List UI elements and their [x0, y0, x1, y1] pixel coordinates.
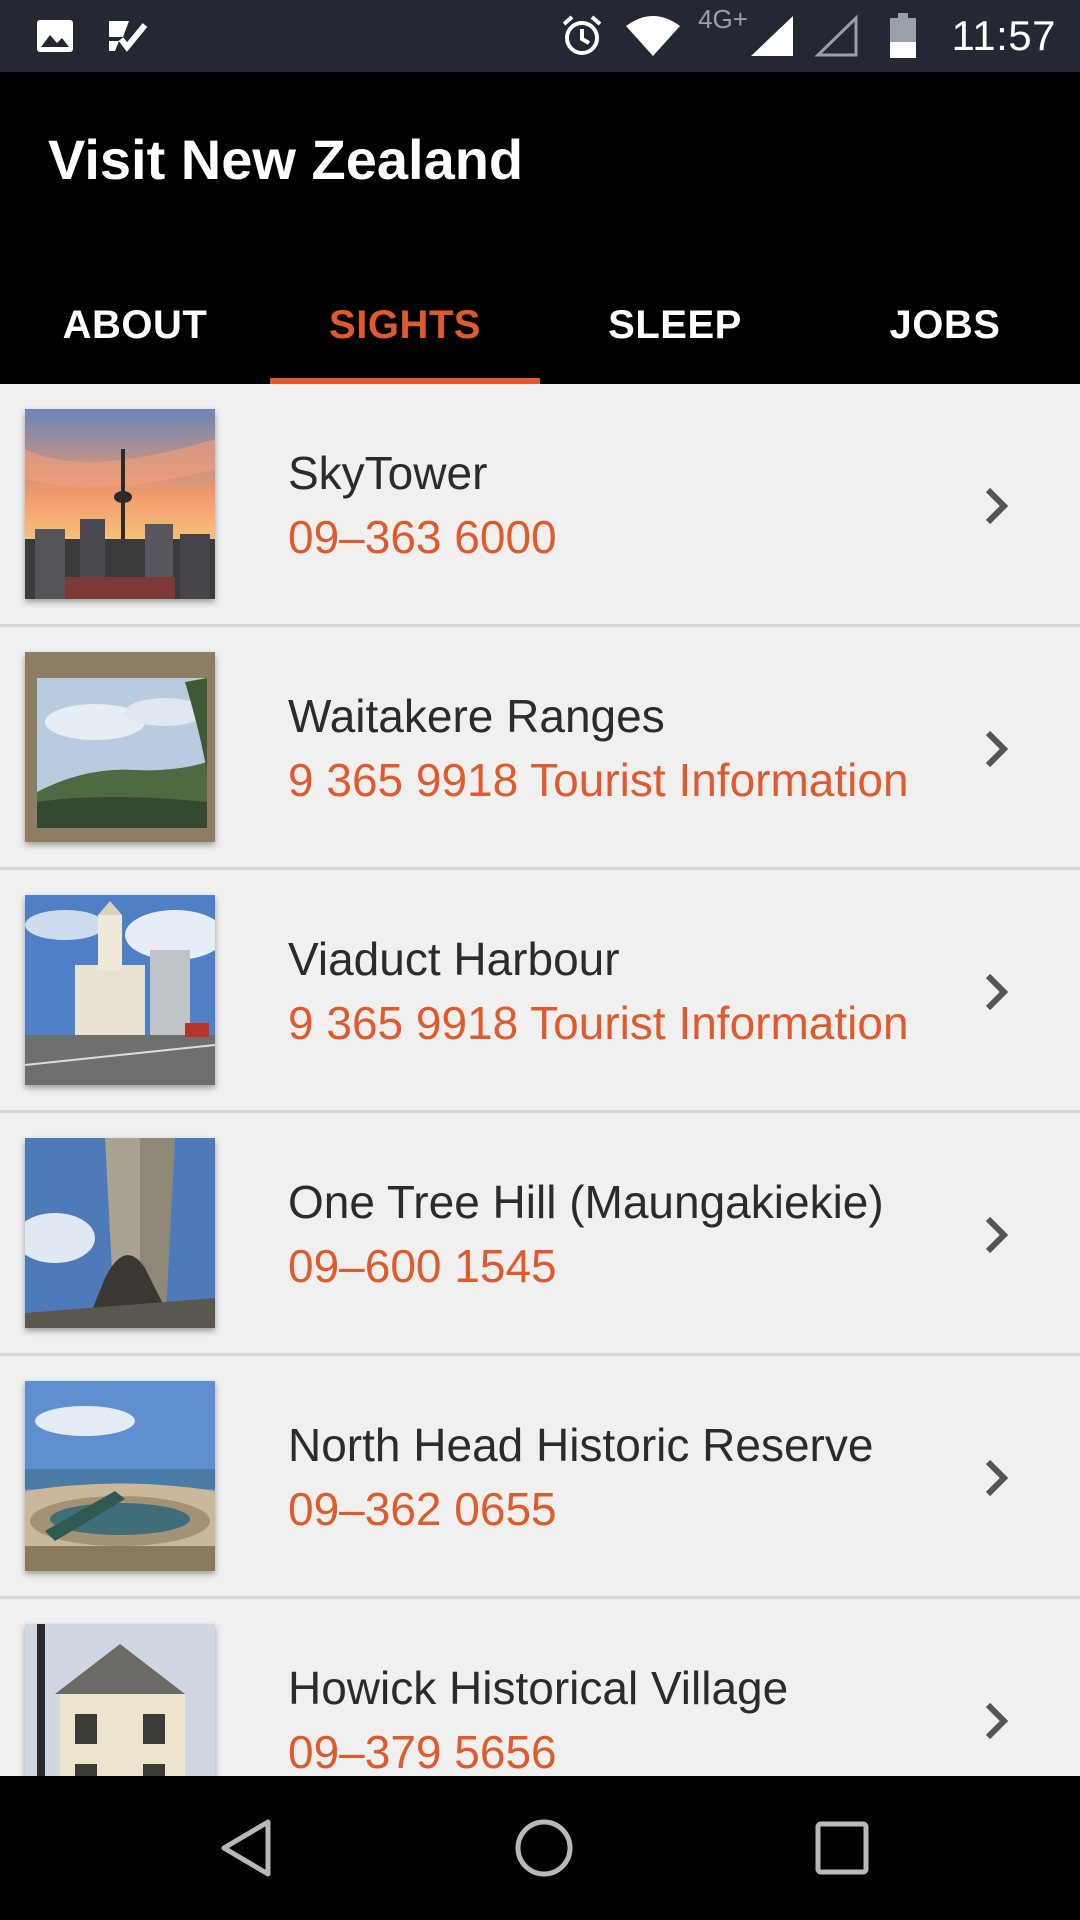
north-head-photo: [25, 1381, 215, 1571]
tab-jobs[interactable]: JOBS: [810, 267, 1080, 384]
alarm-icon: [558, 0, 606, 72]
system-nav-bar: [0, 1776, 1080, 1920]
tab-label: SIGHTS: [329, 303, 481, 347]
checklist-icon: [104, 0, 150, 72]
viaduct-photo: [25, 895, 215, 1085]
sight-title: SkyTower: [288, 447, 488, 499]
chevron-right-icon: [985, 973, 1009, 1011]
chevron-right-icon: [985, 730, 1009, 768]
sight-title: Viaduct Harbour: [288, 933, 620, 985]
app-bar: Visit New Zealand ABOUT SIGHTS SLEEP JOB…: [0, 72, 1080, 384]
tab-label: ABOUT: [62, 303, 208, 347]
status-bar: 4G+ 11:57: [0, 0, 1080, 72]
sight-phone[interactable]: 09–379 5656: [288, 1725, 557, 1776]
screen: 4G+ 11:57 Visit New Zealand ABOUT SIGHTS…: [0, 0, 1080, 1920]
tab-sleep[interactable]: SLEEP: [540, 267, 810, 384]
list-item[interactable]: SkyTower 09–363 6000: [0, 384, 1080, 627]
list-item[interactable]: North Head Historic Reserve 09–362 0655: [0, 1356, 1080, 1599]
list-item[interactable]: One Tree Hill (Maungakiekie) 09–600 1545: [0, 1113, 1080, 1356]
sight-phone[interactable]: 09–362 0655: [288, 1482, 557, 1536]
sight-phone[interactable]: 9 365 9918 Tourist Information: [288, 753, 909, 807]
sights-list[interactable]: SkyTower 09–363 6000 Waitakere Ranges 9 …: [0, 384, 1080, 1776]
sight-phone[interactable]: 09–600 1545: [288, 1239, 557, 1293]
signal-empty-icon: [812, 0, 860, 72]
tab-label: SLEEP: [608, 303, 742, 347]
network-type: 4G+: [698, 4, 748, 34]
sight-phone[interactable]: 09–363 6000: [288, 510, 557, 564]
clock: 11:57: [951, 12, 1056, 59]
sight-title: North Head Historic Reserve: [288, 1419, 874, 1471]
sight-title: Waitakere Ranges: [288, 690, 665, 742]
waitakere-photo: [25, 652, 215, 842]
chevron-right-icon: [985, 487, 1009, 525]
sight-title: Howick Historical Village: [288, 1662, 789, 1714]
wifi-icon: [622, 0, 684, 72]
sight-phone[interactable]: 9 365 9918 Tourist Information: [288, 996, 909, 1050]
home-icon[interactable]: [508, 1812, 580, 1884]
list-item[interactable]: Waitakere Ranges 9 365 9918 Tourist Info…: [0, 627, 1080, 870]
list-item[interactable]: Viaduct Harbour 9 365 9918 Tourist Infor…: [0, 870, 1080, 1113]
chevron-right-icon: [985, 1459, 1009, 1497]
tab-label: JOBS: [889, 303, 1001, 347]
chevron-right-icon: [985, 1216, 1009, 1254]
battery-icon: [888, 0, 918, 72]
tab-about[interactable]: ABOUT: [0, 267, 270, 384]
tab-bar: ABOUT SIGHTS SLEEP JOBS: [0, 267, 1080, 384]
app-title: Visit New Zealand: [48, 128, 524, 191]
howick-photo: [25, 1624, 215, 1776]
one-tree-hill-photo: [25, 1138, 215, 1328]
recents-icon[interactable]: [806, 1812, 878, 1884]
signal-icon: [748, 0, 796, 72]
chevron-right-icon: [985, 1702, 1009, 1740]
skytower-photo: [25, 409, 215, 599]
back-icon[interactable]: [210, 1812, 282, 1884]
tab-sights[interactable]: SIGHTS: [270, 267, 540, 384]
image-icon: [34, 0, 76, 72]
list-item[interactable]: Howick Historical Village 09–379 5656: [0, 1599, 1080, 1776]
sight-title: One Tree Hill (Maungakiekie): [288, 1176, 884, 1228]
